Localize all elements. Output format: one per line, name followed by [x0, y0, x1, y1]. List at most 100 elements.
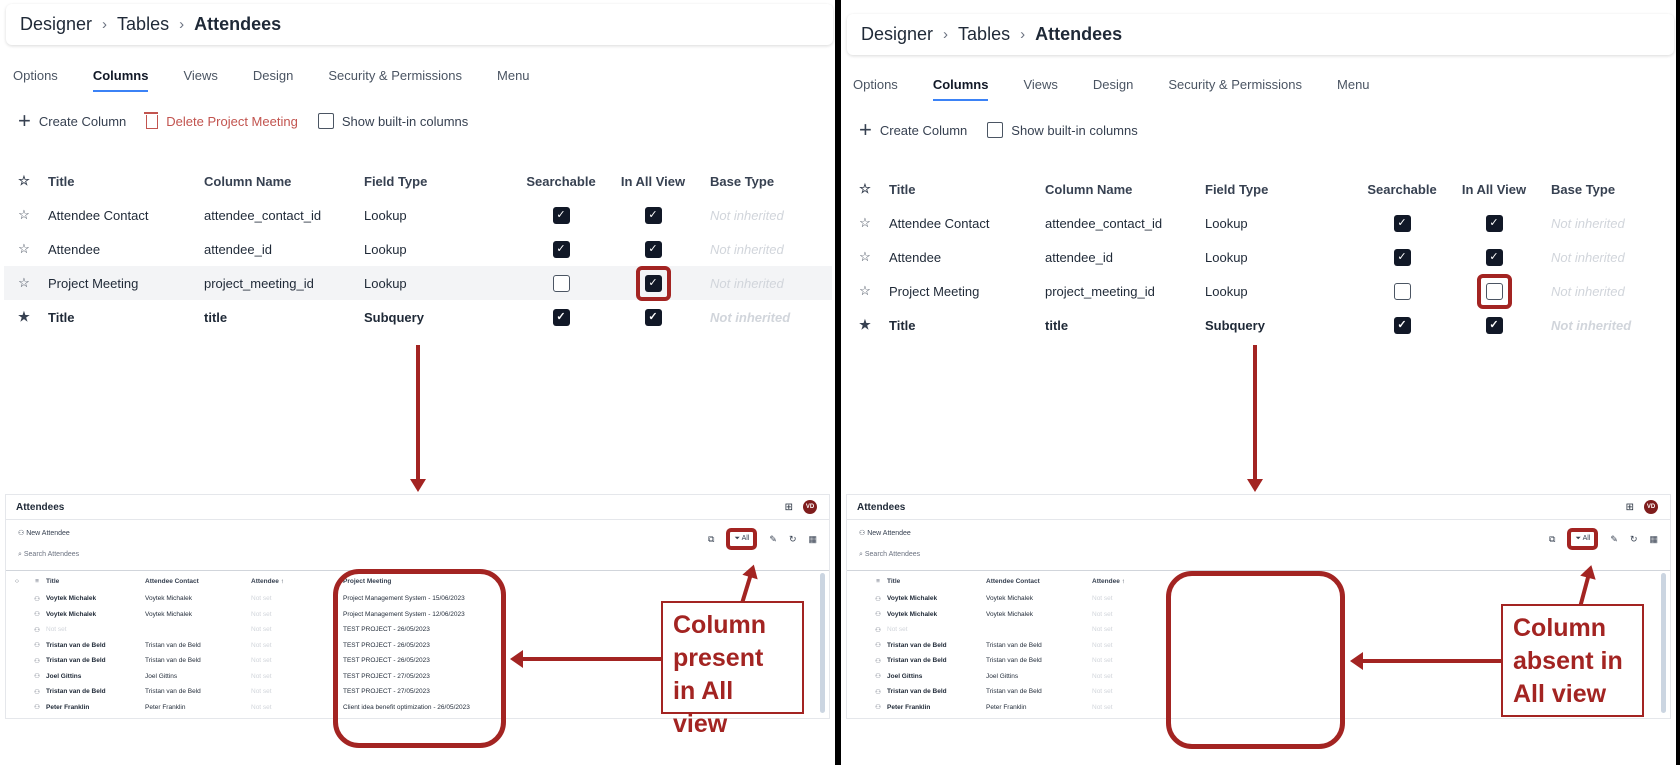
header-base-type[interactable]: Base Type — [698, 174, 818, 189]
in-all-view-checkbox[interactable]: ✓ — [1485, 248, 1503, 266]
star-icon[interactable]: ☆ — [4, 207, 44, 223]
layout-icon[interactable]: ⊞ — [785, 502, 793, 513]
col-title[interactable]: Title — [887, 578, 986, 585]
star-icon[interactable]: ☆ — [4, 275, 44, 291]
search-input[interactable]: ⌕ Search Attendees — [859, 551, 920, 559]
header-searchable[interactable]: Searchable — [514, 174, 608, 189]
breadcrumb-tables[interactable]: Tables — [117, 14, 169, 35]
tab-design[interactable]: Design — [1093, 77, 1133, 101]
menu-icon[interactable]: ≡ — [869, 578, 887, 585]
in-all-view-checkbox[interactable] — [1485, 282, 1503, 300]
person-icon: ⚇ — [875, 611, 881, 619]
searchable-checkbox[interactable]: ✓ — [1393, 316, 1411, 334]
breadcrumb-tables[interactable]: Tables — [958, 24, 1010, 45]
table-row[interactable]: ★ Title title Subquery ✓ ✓ Not inherited — [845, 308, 1673, 342]
table-row[interactable]: ☆ Attendee attendee_id Lookup ✓ ✓ Not in… — [845, 240, 1673, 274]
in-all-view-checkbox[interactable]: ✓ — [644, 240, 662, 258]
searchable-checkbox[interactable]: ✓ — [1393, 214, 1411, 232]
star-icon[interactable]: ☆ — [845, 215, 885, 231]
in-all-view-checkbox[interactable]: ✓ — [644, 274, 662, 292]
scrollbar[interactable] — [1661, 573, 1666, 713]
scrollbar[interactable] — [820, 573, 825, 713]
export-icon[interactable]: ⧉ — [708, 534, 714, 545]
edit-icon[interactable]: ✎ — [769, 534, 777, 545]
star-icon[interactable]: ☆ — [4, 241, 44, 257]
breadcrumb-designer[interactable]: Designer — [861, 24, 933, 45]
in-all-view-checkbox[interactable]: ✓ — [644, 308, 662, 326]
tab-menu[interactable]: Menu — [1337, 77, 1370, 101]
table-row-selected[interactable]: ☆ Project Meeting project_meeting_id Loo… — [4, 265, 832, 301]
header-in-all-view[interactable]: In All View — [1449, 182, 1539, 197]
layout-icon[interactable]: ⊞ — [1626, 502, 1634, 513]
searchable-checkbox[interactable] — [552, 274, 570, 292]
header-base-type[interactable]: Base Type — [1539, 182, 1659, 197]
star-filled-icon[interactable]: ★ — [4, 309, 44, 325]
search-input[interactable]: ⌕ Search Attendees — [18, 551, 79, 559]
checkbox[interactable] — [987, 122, 1004, 138]
filter-button[interactable]: ⏷ All — [726, 528, 758, 550]
header-title[interactable]: Title — [885, 182, 1045, 197]
col-contact[interactable]: Attendee Contact — [986, 578, 1092, 585]
header-column-name[interactable]: Column Name — [1045, 182, 1205, 197]
edit-icon[interactable]: ✎ — [1610, 534, 1618, 545]
header-title[interactable]: Title — [44, 174, 204, 189]
star-icon[interactable]: ☆ — [845, 283, 885, 299]
columns-icon[interactable]: ▦ — [808, 534, 817, 545]
filter-button[interactable]: ⏷ All — [1567, 528, 1599, 550]
new-attendee-button[interactable]: ⚇ New Attendee — [859, 529, 911, 537]
header-field-type[interactable]: Field Type — [364, 174, 514, 189]
row-field-type: Subquery — [364, 309, 424, 325]
searchable-checkbox[interactable]: ✓ — [552, 206, 570, 224]
row-column-name: attendee_contact_id — [204, 207, 322, 223]
tab-options[interactable]: Options — [853, 77, 898, 101]
tab-security[interactable]: Security & Permissions — [1168, 77, 1302, 101]
avatar[interactable]: VD — [803, 500, 817, 514]
tab-columns[interactable]: Columns — [92, 68, 149, 92]
avatar[interactable]: VD — [1644, 500, 1658, 514]
searchable-checkbox[interactable]: ✓ — [552, 240, 570, 258]
delete-column-button[interactable]: Delete Project Meeting — [144, 112, 298, 129]
col-title[interactable]: Title — [46, 578, 145, 585]
tab-security[interactable]: Security & Permissions — [328, 68, 462, 92]
tab-views[interactable]: Views — [183, 68, 217, 92]
refresh-icon[interactable]: ↻ — [789, 534, 797, 545]
show-builtin-toggle[interactable]: Show built-in columns — [987, 122, 1138, 138]
col-attendee[interactable]: Attendee ↑ — [251, 578, 343, 585]
searchable-checkbox[interactable]: ✓ — [552, 308, 570, 326]
table-row[interactable]: ☆ Attendee Contact attendee_contact_id L… — [845, 206, 1673, 240]
select-all-radio[interactable]: ○ — [6, 578, 28, 585]
tab-options[interactable]: Options — [13, 68, 58, 92]
searchable-checkbox[interactable]: ✓ — [1393, 248, 1411, 266]
table-row[interactable]: ☆ Attendee Contact attendee_contact_id L… — [4, 198, 832, 232]
menu-icon[interactable]: ≡ — [28, 578, 46, 585]
in-all-view-checkbox[interactable]: ✓ — [1485, 316, 1503, 334]
star-filled-icon[interactable]: ★ — [845, 317, 885, 333]
star-icon[interactable]: ☆ — [845, 249, 885, 265]
person-icon: ⚇ — [34, 657, 40, 665]
create-column-button[interactable]: + Create Column — [18, 110, 126, 132]
tab-views[interactable]: Views — [1023, 77, 1057, 101]
table-row[interactable]: ☆ Project Meeting project_meeting_id Loo… — [845, 273, 1673, 309]
col-contact[interactable]: Attendee Contact — [145, 578, 251, 585]
checkbox[interactable] — [317, 113, 334, 129]
table-row[interactable]: ★ Title title Subquery ✓ ✓ Not inherited — [4, 300, 832, 334]
new-attendee-button[interactable]: ⚇ New Attendee — [18, 529, 70, 537]
tab-menu[interactable]: Menu — [497, 68, 530, 92]
refresh-icon[interactable]: ↻ — [1630, 534, 1638, 545]
table-row[interactable]: ☆ Attendee attendee_id Lookup ✓ ✓ Not in… — [4, 232, 832, 266]
export-icon[interactable]: ⧉ — [1549, 534, 1555, 545]
row-title: Attendee — [48, 241, 101, 257]
tab-design[interactable]: Design — [253, 68, 293, 92]
create-column-button[interactable]: + Create Column — [859, 119, 967, 141]
header-searchable[interactable]: Searchable — [1355, 182, 1449, 197]
show-builtin-toggle[interactable]: Show built-in columns — [317, 113, 468, 129]
columns-icon[interactable]: ▦ — [1649, 534, 1658, 545]
in-all-view-checkbox[interactable]: ✓ — [644, 206, 662, 224]
header-field-type[interactable]: Field Type — [1205, 182, 1355, 197]
header-column-name[interactable]: Column Name — [204, 174, 364, 189]
in-all-view-checkbox[interactable]: ✓ — [1485, 214, 1503, 232]
header-in-all-view[interactable]: In All View — [608, 174, 698, 189]
tab-columns[interactable]: Columns — [932, 77, 989, 101]
searchable-checkbox[interactable] — [1393, 282, 1411, 300]
breadcrumb-designer[interactable]: Designer — [20, 14, 92, 35]
